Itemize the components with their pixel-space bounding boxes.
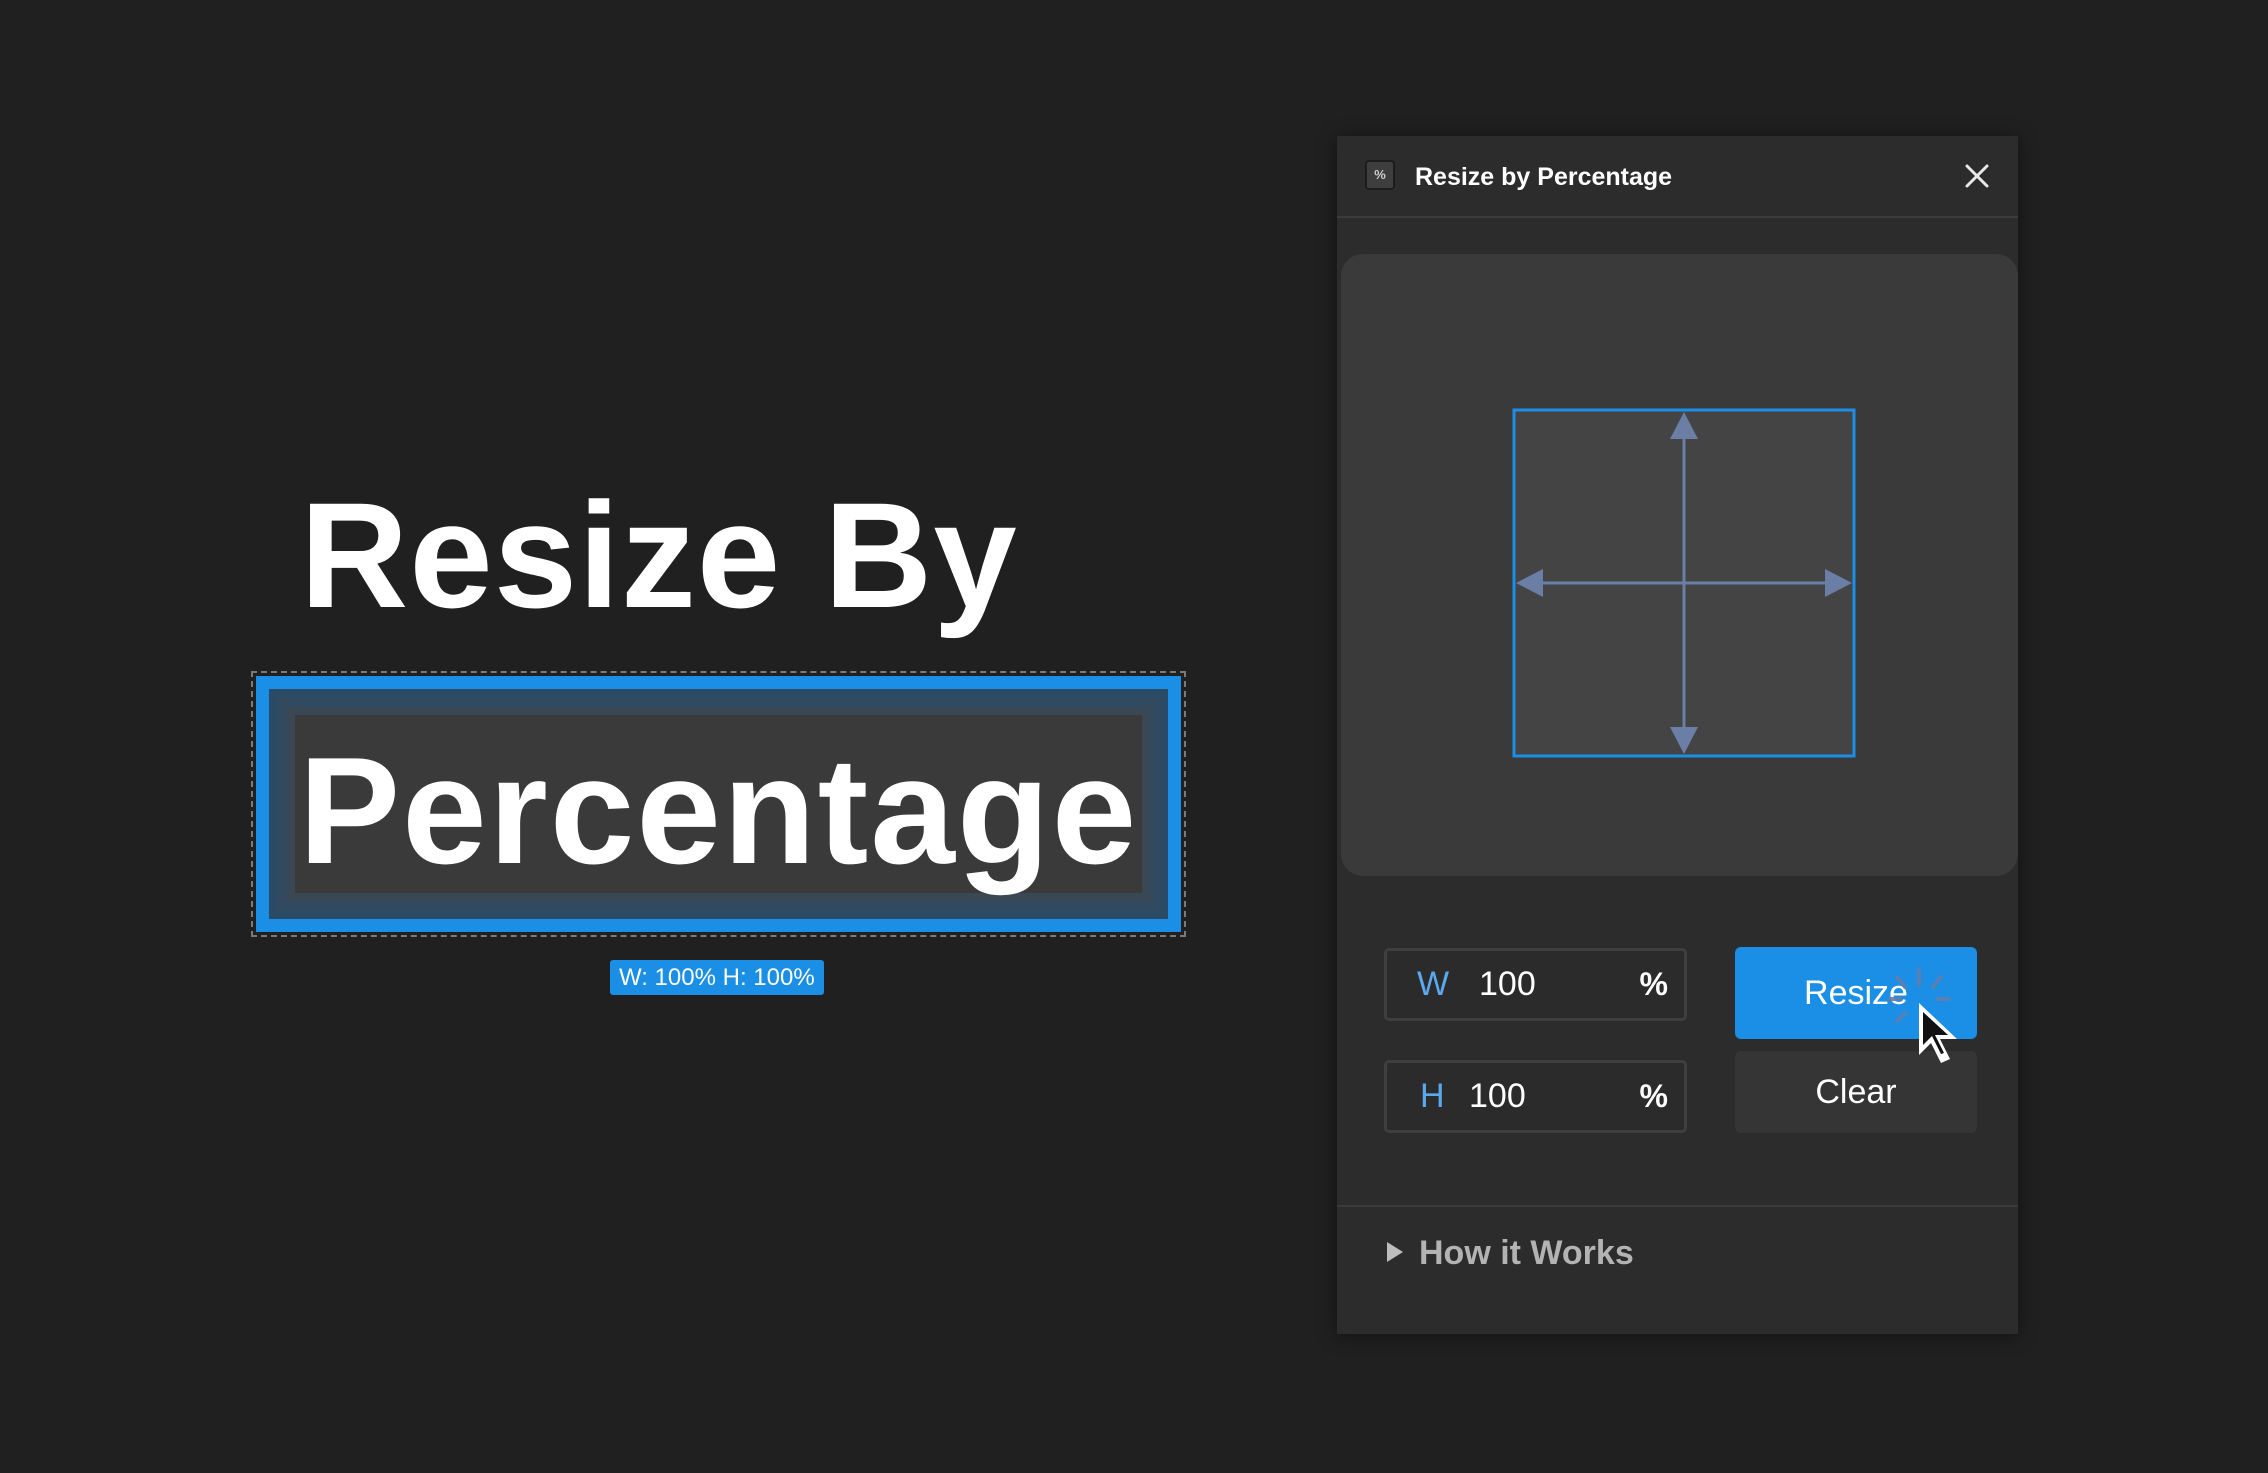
panel-divider <box>1337 1205 2018 1207</box>
close-button[interactable] <box>1957 156 1997 196</box>
height-percent-field[interactable]: H % <box>1384 1060 1687 1133</box>
close-icon <box>1965 164 1989 188</box>
caret-right-icon <box>1387 1242 1403 1262</box>
width-percent-field[interactable]: W % <box>1384 948 1687 1021</box>
how-it-works-label: How it Works <box>1419 1234 1634 1272</box>
panel-header: % Resize by Percentage <box>1337 136 2018 218</box>
width-unit: % <box>1639 966 1668 1002</box>
resize-button[interactable]: Resize <box>1735 947 1977 1039</box>
design-canvas: Resize By Percentage W: 100% H: 100% % R… <box>0 0 2268 1473</box>
panel-title: Resize by Percentage <box>1415 163 1673 191</box>
dimensions-badge: W: 100% H: 100% <box>610 960 824 995</box>
width-input[interactable] <box>1479 951 1609 1018</box>
resize-arrows-icon <box>1512 408 1856 758</box>
hero-heading-line2: Percentage <box>298 726 1139 896</box>
plugin-panel: % Resize by Percentage W 100 % H 100 % R… <box>1337 136 2018 1334</box>
clear-button[interactable]: Clear <box>1735 1051 1977 1133</box>
height-field-label: H <box>1420 1077 1445 1115</box>
hero-heading-line1: Resize By <box>300 471 1018 639</box>
height-unit: % <box>1639 1078 1668 1114</box>
selected-text-layer[interactable]: Percentage <box>256 676 1181 932</box>
width-field-label: W <box>1417 965 1450 1003</box>
plugin-percent-icon: % <box>1365 160 1395 190</box>
height-input[interactable] <box>1469 1063 1599 1130</box>
resize-preview-area <box>1341 254 2018 876</box>
